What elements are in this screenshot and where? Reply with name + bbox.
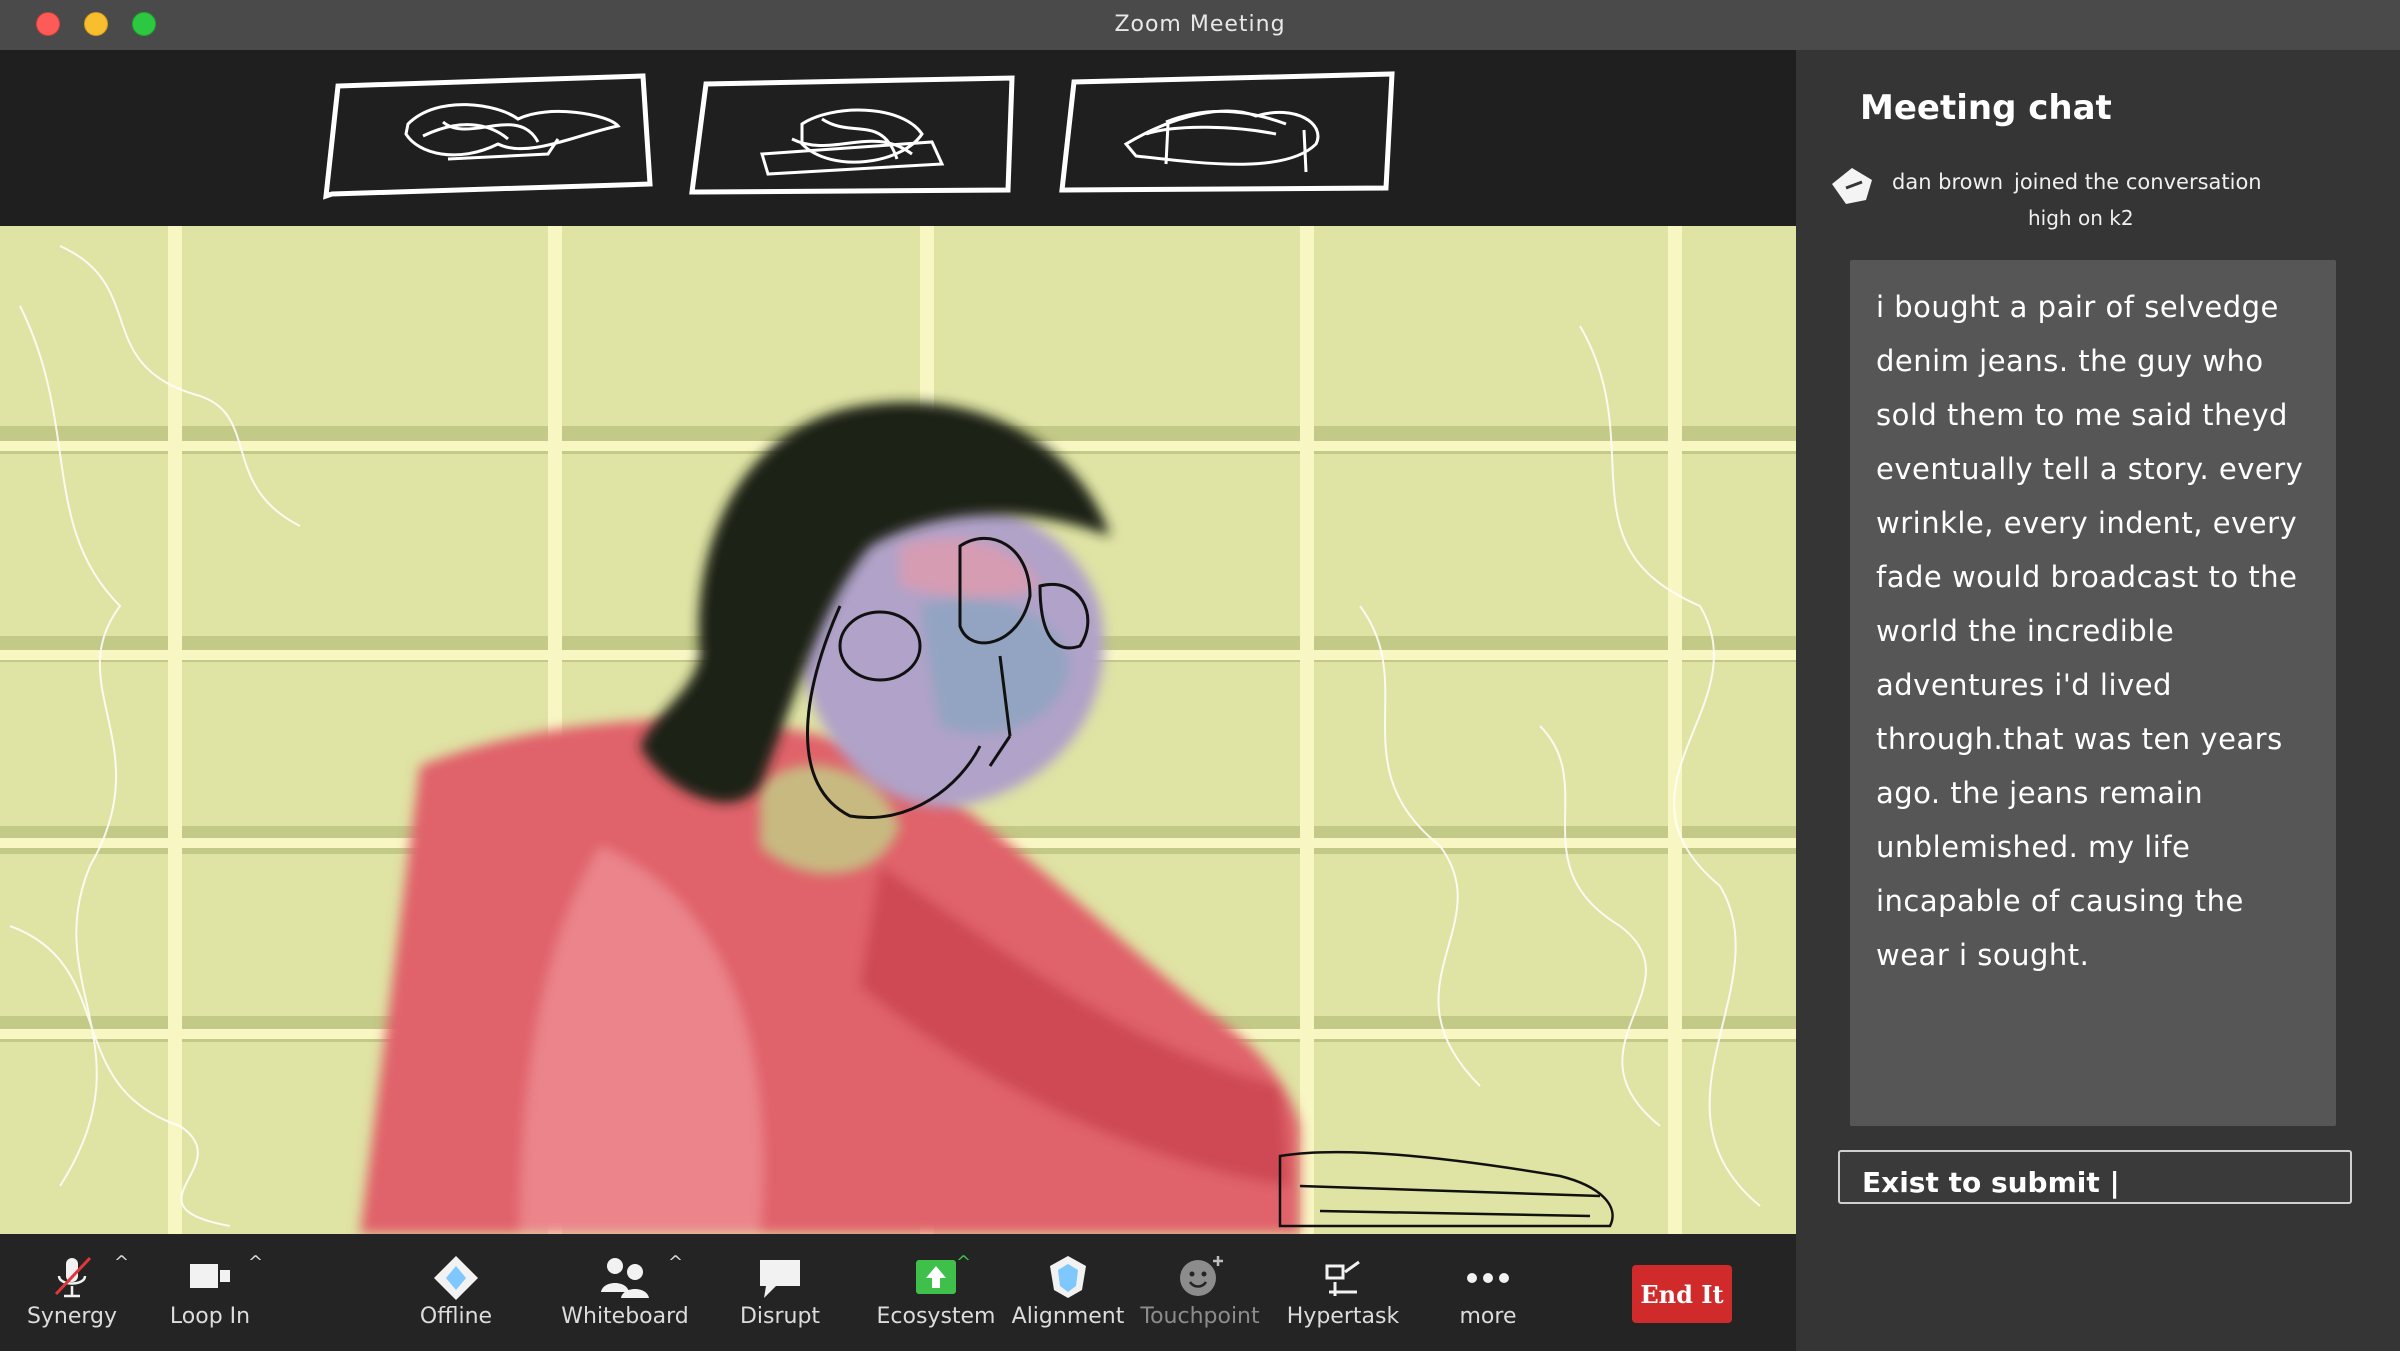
smiley-plus-icon [1180, 1256, 1223, 1296]
muted-microphone-icon [54, 1256, 92, 1298]
end-meeting-button[interactable]: End It [1632, 1265, 1732, 1323]
window-title: Zoom Meeting [1114, 12, 1286, 37]
ecosystem-chevron-up-icon[interactable]: ^ [956, 1252, 971, 1273]
speech-bubble-icon [760, 1260, 800, 1298]
chat-message-bubble: i bought a pair of selvedge denim jeans.… [1850, 260, 2336, 1126]
participant-gallery [0, 50, 1796, 226]
hypertask-button[interactable]: Hypertask [1278, 1234, 1408, 1351]
touchpoint-label: Touchpoint [1140, 1304, 1260, 1329]
diamond-share-icon [434, 1256, 478, 1300]
disrupt-label: Disrupt [739, 1304, 821, 1329]
synergy-label: Synergy [26, 1304, 118, 1329]
participant-thumbnail-3[interactable] [1056, 64, 1396, 204]
join-subtext: high on k2 [2028, 206, 2134, 230]
join-text: joined the conversation [2014, 170, 2262, 194]
ellipsis-icon [1467, 1273, 1509, 1283]
loop-in-chevron-up-icon[interactable]: ^ [248, 1252, 263, 1273]
participants-icon [601, 1258, 649, 1298]
hypertask-label: Hypertask [1286, 1304, 1400, 1329]
title-bar: Zoom Meeting [0, 0, 2400, 51]
participant-thumbnail-2[interactable] [682, 64, 1022, 204]
whiteboard-chevron-up-icon[interactable]: ^ [668, 1252, 683, 1273]
chat-title: Meeting chat [1860, 88, 2112, 128]
zoom-window: Zoom Meeting Meeting chat dan brown join… [0, 0, 2400, 1351]
user-avatar-icon [1832, 168, 1872, 204]
more-label: more [1459, 1304, 1517, 1329]
alignment-label: Alignment [1011, 1304, 1125, 1329]
offline-button[interactable]: Offline [396, 1234, 516, 1351]
disrupt-button[interactable]: Disrupt [720, 1234, 840, 1351]
more-button[interactable]: more [1428, 1234, 1548, 1351]
apps-icon [1325, 1260, 1360, 1296]
offline-label: Offline [419, 1304, 493, 1329]
loop-in-label: Loop In [169, 1304, 251, 1329]
ecosystem-label: Ecosystem [876, 1304, 996, 1329]
participant-thumbnail-1[interactable] [318, 64, 658, 204]
shield-badge-icon [1050, 1256, 1086, 1298]
active-speaker-video [0, 226, 1796, 1234]
meeting-toolbar: Synergy ^ Loop In ^ Offline Whiteboard ^… [0, 1234, 1796, 1351]
touchpoint-button[interactable]: Touchpoint [1140, 1234, 1260, 1351]
ecosystem-button[interactable]: Ecosystem [876, 1234, 996, 1351]
video-camera-icon [190, 1264, 230, 1288]
join-username: dan brown [1892, 170, 2004, 194]
synergy-chevron-up-icon[interactable]: ^ [114, 1252, 129, 1273]
chat-message-text: i bought a pair of selvedge denim jeans.… [1876, 290, 2304, 972]
alignment-button[interactable]: Alignment [1008, 1234, 1128, 1351]
chat-input[interactable] [1838, 1150, 2352, 1204]
speaker-painting [0, 226, 1796, 1234]
meeting-chat-panel: Meeting chat dan brown joined the conver… [1796, 50, 2400, 1351]
whiteboard-label: Whiteboard [561, 1304, 689, 1329]
